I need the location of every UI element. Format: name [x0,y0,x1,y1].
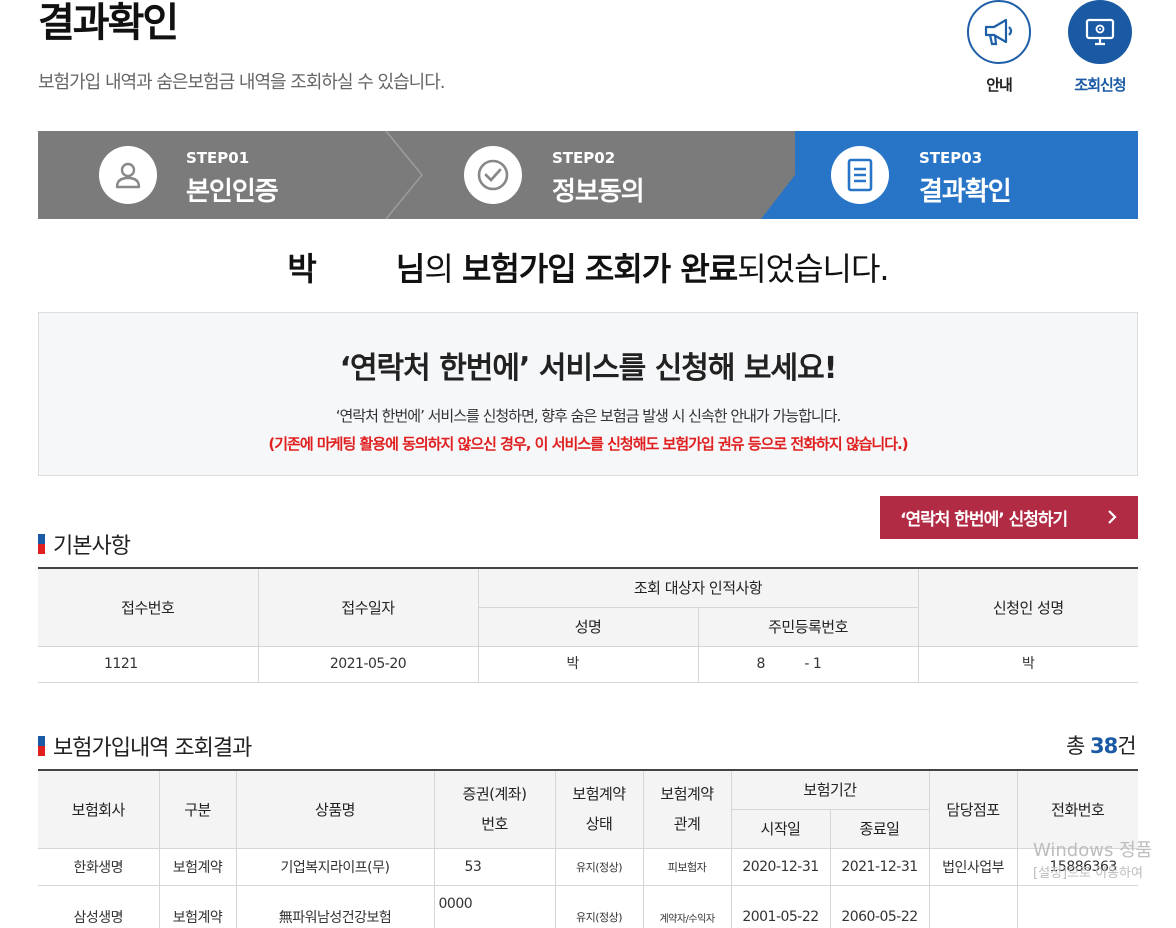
message-rest: 되었습니다. [737,250,889,288]
basic-section-title: 기본사항 [38,528,131,560]
promo-warning: (기존에 마케팅 활용에 동의하지 않으신 경우, 이 서비스를 신청해도 보험… [268,435,908,453]
th-receipt-no: 접수번호 [38,567,259,647]
chevron-right-icon [1108,510,1117,524]
step-1-num: STEP01 [186,149,250,167]
customer-name: 박 [287,250,316,288]
table-row: 1121 2021-05-20 박 8 - 1 박 [38,645,1138,683]
results-table: 보험회사 구분 상품명 증권(계좌) 번호 보험계약 상태 보험계약 관계 보험기간 … [38,769,1139,928]
section-marker [38,736,45,756]
step-2-num: STEP02 [552,149,616,167]
document-icon [831,146,889,204]
step-2: STEP02 정보동의 [404,131,764,219]
step-3-num: STEP03 [919,149,983,167]
guide-button[interactable]: 안내 [964,0,1034,95]
step-progress: STEP01 본인인증 STEP02 정보동의 STEP03 결과확인 [38,131,1138,219]
th-applicant: 신청인 성명 [917,567,1138,647]
message-bold-2: 조회가 완료 [584,250,738,288]
page-title: 결과확인 [38,0,179,46]
windows-watermark-sub: [설정]으로 이동하여 [1033,866,1143,881]
megaphone-icon [967,0,1031,64]
particle: 의 [424,250,453,288]
th-rrn: 주민등록번호 [697,606,918,647]
completion-message: 박 님의 보험가입 조회가 완료되었습니다. [0,244,1176,290]
step-1: STEP01 본인인증 [38,131,388,219]
monitor-gear-icon [1068,0,1132,64]
windows-watermark: Windows 정품 [1033,840,1153,861]
th-target: 조회 대상자 인적사항 [477,567,919,608]
step-2-name: 정보동의 [552,177,645,207]
promo-desc: ‘연락처 한번에’ 서비스를 신청하면, 향후 숨은 보험금 발생 시 신속한 … [335,407,842,425]
step-3: STEP03 결과확인 [771,131,1138,219]
page-subtitle: 보험가입 내역과 숨은보험금 내역을 조회하실 수 있습니다. [38,72,445,93]
request-label: 조회신청 [1074,76,1126,94]
th-name: 성명 [478,606,699,647]
request-button[interactable]: 조회신청 [1065,0,1135,95]
step-3-name: 결과확인 [919,177,1012,207]
total-count: 총 38건 [1066,734,1137,758]
table-row: 한화생명 보험계약 기업복지라이프(무) 53 유지(정상) 피보험자 2020… [38,847,1139,886]
apply-label: ‘연락처 한번에’ 신청하기 [900,510,1068,530]
guide-label: 안내 [986,76,1013,94]
check-circle-icon [464,146,522,204]
table-row: 삼성생명 보험계약 無파워남성건강보험 0000 유지(정상) 계약자/수익자 … [38,884,1139,928]
honorific: 님 [395,250,425,288]
basic-info-table: 접수번호 접수일자 조회 대상자 인적사항 신청인 성명 성명 주민등록번호 1… [38,567,1138,683]
section-marker [38,534,45,554]
th-receipt-date: 접수일자 [257,567,479,647]
apply-contact-button[interactable]: ‘연락처 한번에’ 신청하기 [880,496,1138,539]
results-section-title: 보험가입내역 조회결과 [38,730,252,762]
step-1-name: 본인인증 [186,177,279,207]
user-icon [99,146,157,204]
promo-box: ‘연락처 한번에’ 서비스를 신청해 보세요! ‘연락처 한번에’ 서비스를 신… [38,312,1138,476]
message-bold-1: 보험가입 [461,250,577,288]
promo-heading: ‘연락처 한번에’ 서비스를 신청해 보세요! [339,351,838,386]
